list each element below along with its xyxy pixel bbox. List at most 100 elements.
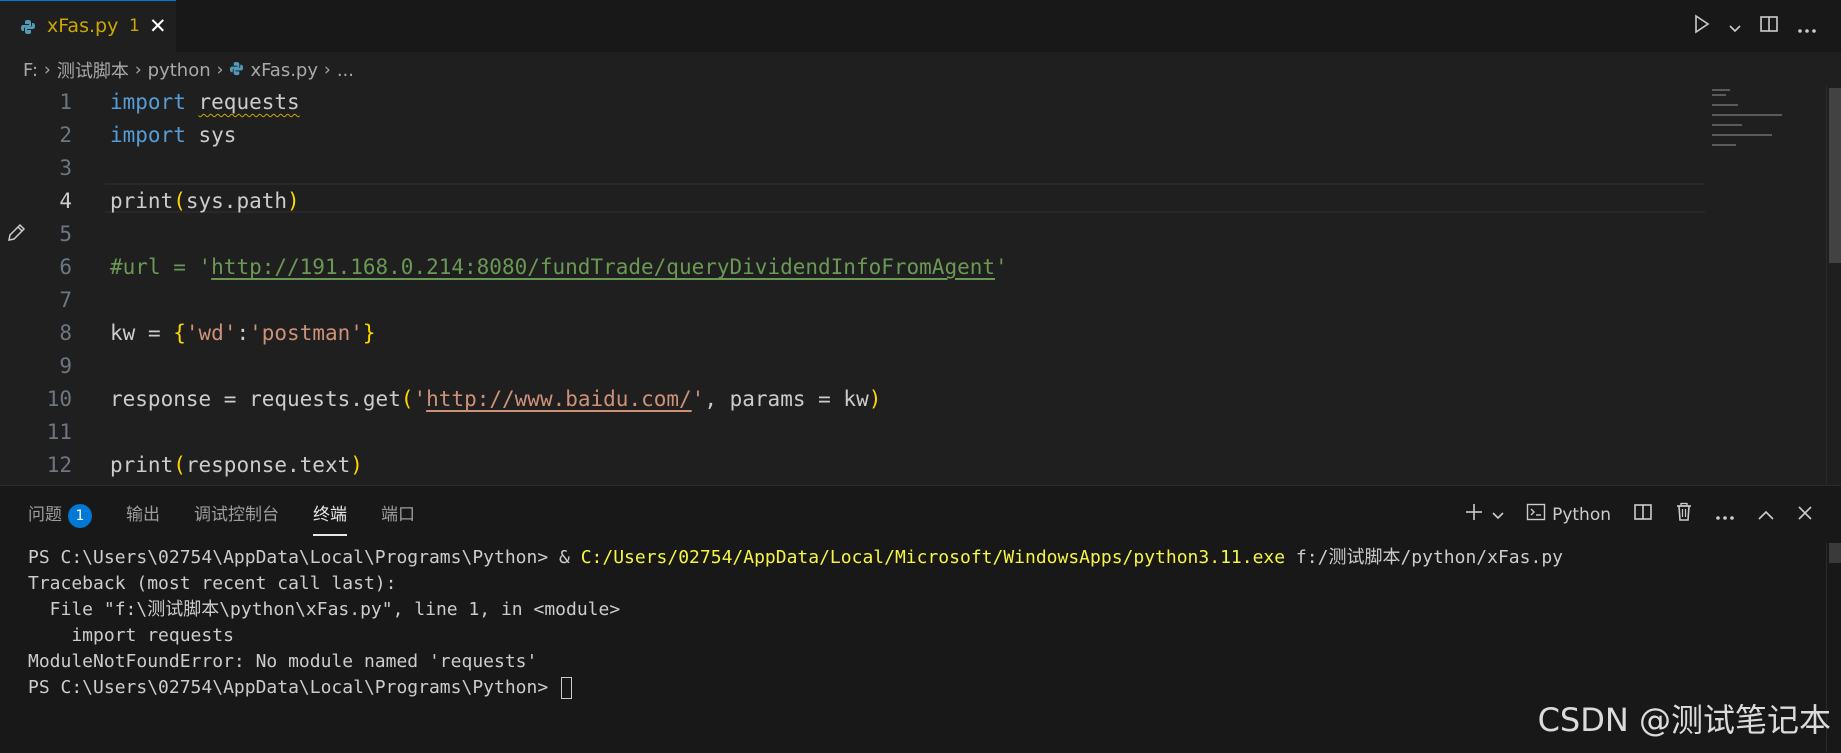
line-number: 10 bbox=[46, 387, 72, 411]
tab-problems[interactable]: 问题 1 bbox=[28, 500, 92, 536]
string: 'wd' bbox=[185, 321, 237, 345]
argument: sys.path bbox=[185, 189, 288, 213]
line-number: 3 bbox=[59, 156, 72, 180]
scrollbar-thumb[interactable] bbox=[1829, 543, 1841, 563]
breadcrumb-more[interactable]: ... bbox=[337, 60, 354, 81]
code-line: 3 bbox=[0, 152, 1700, 185]
tab-output[interactable]: 输出 bbox=[126, 500, 160, 536]
close-icon[interactable]: ✕ bbox=[149, 14, 167, 38]
chevron-right-icon: › bbox=[44, 60, 51, 80]
terminal-command-exe: C:/Users/02754/AppData/Local/Microsoft/W… bbox=[580, 547, 1286, 568]
panel-actions: Python bbox=[1464, 502, 1813, 527]
code-editor[interactable]: 1 import requests 2 import sys 3 4 print… bbox=[0, 86, 1841, 484]
line-number: 2 bbox=[59, 123, 72, 147]
terminal-shell-selector[interactable]: Python bbox=[1526, 502, 1611, 527]
line-number: 5 bbox=[59, 222, 72, 246]
line-number: 1 bbox=[59, 90, 72, 114]
chevron-down-icon[interactable] bbox=[1729, 15, 1741, 39]
line-number: 11 bbox=[46, 420, 72, 444]
operator: = bbox=[805, 387, 844, 411]
breadcrumb-file[interactable]: xFas.py bbox=[250, 60, 318, 81]
terminal-prompt: PS C:\Users\02754\AppData\Local\Programs… bbox=[28, 677, 560, 698]
python-file-icon bbox=[229, 60, 244, 81]
close-icon[interactable] bbox=[1797, 504, 1813, 526]
trash-icon[interactable] bbox=[1675, 502, 1693, 527]
terminal-line: Traceback (most recent call last): bbox=[28, 573, 397, 594]
comment: ' bbox=[995, 255, 1008, 279]
chevron-right-icon: › bbox=[134, 60, 142, 80]
breadcrumb-drive[interactable]: F: bbox=[23, 60, 38, 81]
tab-debug-console[interactable]: 调试控制台 bbox=[194, 500, 279, 536]
tab-terminal[interactable]: 终端 bbox=[313, 500, 347, 536]
line-number-active: 4 bbox=[59, 189, 72, 213]
keyword: import bbox=[110, 123, 186, 147]
terminal-output[interactable]: PS C:\Users\02754\AppData\Local\Programs… bbox=[28, 545, 1563, 701]
chevron-right-icon: › bbox=[216, 60, 224, 80]
object: requests bbox=[249, 387, 351, 411]
breadcrumb-folder[interactable]: 测试脚本 bbox=[57, 57, 129, 83]
minimap[interactable] bbox=[1712, 86, 1822, 146]
comment-url-link[interactable]: http://191.168.0.214:8080/fundTrade/quer… bbox=[211, 255, 995, 279]
terminal-line: File "f:\测试脚本\python\xFas.py", line 1, i… bbox=[28, 599, 621, 620]
tab-problem-count: 1 bbox=[129, 16, 140, 36]
code-line: 1 import requests bbox=[0, 86, 1700, 119]
function-name: get bbox=[362, 387, 401, 411]
line-number: 6 bbox=[59, 255, 72, 279]
chevron-up-icon[interactable] bbox=[1757, 504, 1775, 526]
tab-xfas-py[interactable]: xFas.py 1 ✕ bbox=[0, 0, 176, 52]
line-number: 8 bbox=[59, 321, 72, 345]
string: ' bbox=[691, 387, 705, 411]
function-name: print bbox=[110, 189, 174, 213]
line-number: 9 bbox=[59, 354, 72, 378]
more-actions-icon[interactable] bbox=[1715, 504, 1735, 526]
string: ' bbox=[413, 387, 427, 411]
code-line: 12 print(response.text) bbox=[0, 449, 1700, 482]
run-icon[interactable] bbox=[1693, 14, 1711, 39]
code-line: 4 print(sys.path) bbox=[0, 185, 1700, 218]
editor-scrollbar[interactable] bbox=[1826, 86, 1841, 484]
terminal-line: PS C:\Users\02754\AppData\Local\Programs… bbox=[28, 675, 1563, 701]
code-line: 9 bbox=[0, 350, 1700, 383]
module-name-warning[interactable]: requests bbox=[199, 90, 300, 114]
colon: : bbox=[236, 321, 250, 345]
keyword: import bbox=[110, 90, 186, 114]
chevron-down-icon[interactable] bbox=[1492, 504, 1504, 526]
line-number: 7 bbox=[59, 288, 72, 312]
terminal-icon bbox=[1526, 502, 1546, 527]
terminal-cursor bbox=[561, 677, 573, 699]
scrollbar-thumb[interactable] bbox=[1829, 88, 1841, 263]
tab-filename: xFas.py bbox=[47, 15, 119, 37]
breadcrumb-folder[interactable]: python bbox=[148, 60, 211, 81]
new-terminal-icon[interactable] bbox=[1464, 502, 1484, 527]
shell-label: Python bbox=[1552, 504, 1611, 525]
split-editor-icon[interactable] bbox=[1759, 14, 1779, 39]
code-line: 5 bbox=[0, 218, 1700, 251]
string-url-link[interactable]: http://www.baidu.com/ bbox=[426, 387, 692, 411]
operator: = bbox=[211, 387, 250, 411]
module-name: sys bbox=[198, 123, 237, 147]
bottom-panel: 问题 1 输出 调试控制台 终端 端口 Python PS C:\Users\0… bbox=[0, 485, 1841, 753]
operator: = bbox=[135, 321, 174, 345]
tab-ports[interactable]: 端口 bbox=[381, 500, 415, 536]
editor-tab-bar: xFas.py 1 ✕ bbox=[0, 0, 1841, 52]
separator: , bbox=[704, 387, 730, 411]
comment: #url = ' bbox=[110, 255, 212, 279]
function-name: print bbox=[110, 453, 174, 477]
argument: response.text bbox=[185, 453, 351, 477]
more-actions-icon[interactable] bbox=[1797, 15, 1817, 39]
code-line: 10 response = requests.get('http://www.b… bbox=[0, 383, 1700, 416]
tab-label: 问题 bbox=[28, 505, 62, 525]
terminal-line: import requests bbox=[28, 625, 234, 646]
terminal-prompt: PS C:\Users\02754\AppData\Local\Programs… bbox=[28, 547, 581, 568]
code-line: 11 bbox=[0, 416, 1700, 449]
terminal-line: PS C:\Users\02754\AppData\Local\Programs… bbox=[28, 545, 1563, 571]
argument: kw bbox=[843, 387, 869, 411]
variable: kw bbox=[110, 321, 136, 345]
panel-tabs: 问题 1 输出 调试控制台 终端 端口 bbox=[28, 500, 415, 536]
python-file-icon bbox=[20, 19, 36, 39]
code-line: 7 bbox=[0, 284, 1700, 317]
editor-actions bbox=[1693, 14, 1817, 39]
split-terminal-icon[interactable] bbox=[1633, 502, 1653, 527]
string: 'postman' bbox=[249, 321, 363, 345]
problems-badge: 1 bbox=[68, 504, 92, 528]
